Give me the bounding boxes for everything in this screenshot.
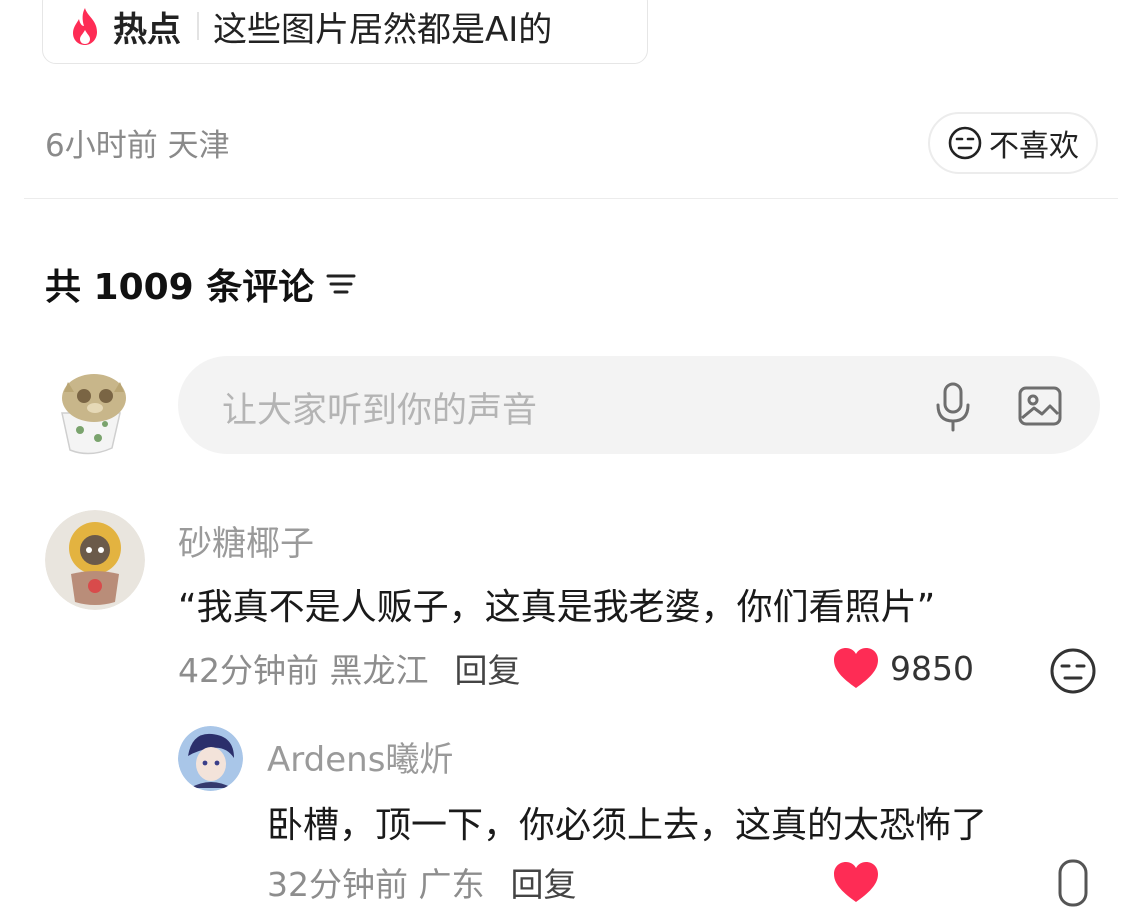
comment-username[interactable]: 砂糖椰子 <box>178 516 314 565</box>
reply-button[interactable]: 回复 <box>454 651 520 690</box>
comment-input[interactable]: 让大家听到你的声音 <box>178 356 1100 454</box>
meh-face-icon[interactable] <box>1048 646 1098 696</box>
post-time-location: 6小时前 天津 <box>45 128 230 164</box>
like-button[interactable]: 9850 <box>832 646 974 690</box>
like-count: 9850 <box>890 648 974 688</box>
microphone-icon[interactable] <box>930 381 976 433</box>
comment-input-placeholder: 让大家听到你的声音 <box>222 391 538 431</box>
heart-icon <box>834 648 878 688</box>
comment-time-location: 42分钟前 黑龙江 <box>178 651 429 690</box>
section-divider <box>24 198 1118 199</box>
comment-count-label: 共 1009 条评论 <box>45 267 315 308</box>
heart-icon <box>834 862 878 902</box>
dislike-label: 不喜欢 <box>989 129 1079 164</box>
comment-meta: 42分钟前 黑龙江 回复 <box>178 644 520 692</box>
hot-topic-title: 这些图片居然都是AI的 <box>213 9 553 50</box>
sort-filter-icon[interactable] <box>326 271 356 297</box>
my-avatar[interactable] <box>40 358 140 458</box>
comment-text: 卧槽，顶一下，你必须上去，这真的太恐怖了 <box>267 805 988 846</box>
comment-meta: 32分钟前 广东 回复 <box>267 858 576 906</box>
hot-topic-pill[interactable]: 热点 这些图片居然都是AI的 <box>42 0 648 64</box>
comments-header: 共 1009 条评论 <box>45 258 356 310</box>
divider <box>197 12 199 40</box>
image-icon[interactable] <box>1016 382 1064 430</box>
commenter-avatar[interactable] <box>45 510 145 610</box>
hot-badge-label: 热点 <box>113 9 181 50</box>
comment-time-location: 32分钟前 广东 <box>267 865 485 904</box>
reply-button[interactable]: 回复 <box>510 865 576 904</box>
comment-text: “我真不是人贩子，这真是我老婆，你们看照片” <box>178 587 936 628</box>
commenter-avatar[interactable] <box>178 726 243 791</box>
flame-icon <box>73 8 97 45</box>
meh-face-icon <box>948 126 982 160</box>
like-button[interactable] <box>832 860 880 908</box>
comment-username[interactable]: Ardens曦炘 <box>267 732 453 781</box>
meh-face-icon[interactable] <box>1056 858 1090 908</box>
dislike-button[interactable]: 不喜欢 <box>928 112 1098 174</box>
